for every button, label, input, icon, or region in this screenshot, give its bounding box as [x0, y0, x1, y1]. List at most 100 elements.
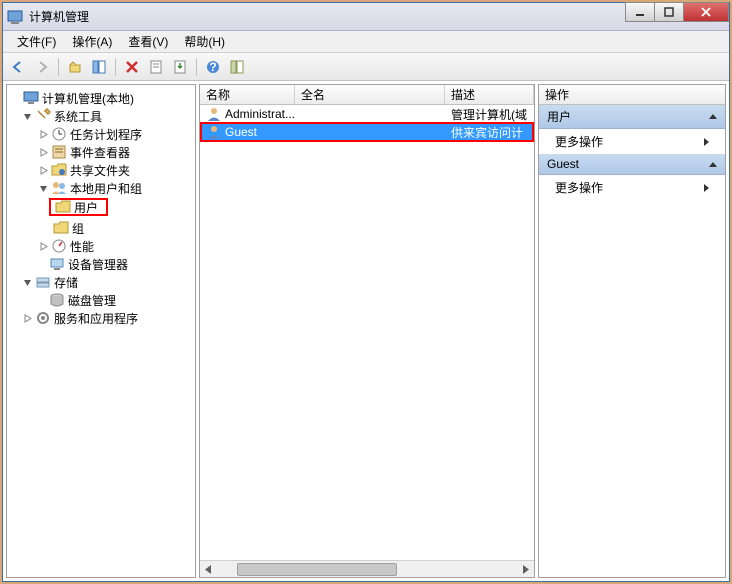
- user-icon: [206, 124, 222, 140]
- event-icon: [51, 144, 67, 160]
- navigation-tree[interactable]: 计算机管理(本地) 系统工具 任务计划程序 事件查看器: [7, 85, 195, 577]
- list-header: 名称 全名 描述: [200, 85, 534, 105]
- cell-fullname: [295, 131, 445, 133]
- tree-storage[interactable]: 存储: [9, 273, 193, 291]
- minimize-button[interactable]: [625, 2, 655, 22]
- tree-root[interactable]: 计算机管理(本地): [9, 89, 193, 107]
- collapse-icon[interactable]: [21, 110, 33, 122]
- action-item-label: 更多操作: [555, 179, 603, 196]
- scroll-right-icon[interactable]: [517, 562, 534, 577]
- menu-help[interactable]: 帮助(H): [176, 31, 233, 52]
- tree-performance[interactable]: 性能: [9, 237, 193, 255]
- tree-label: 事件查看器: [70, 144, 130, 161]
- collapse-icon[interactable]: [21, 276, 33, 288]
- tree-users[interactable]: 用户: [49, 198, 108, 216]
- list-row[interactable]: Guest 供来宾访问计: [200, 123, 534, 141]
- tree-services-apps[interactable]: 服务和应用程序: [9, 309, 193, 327]
- horizontal-scrollbar[interactable]: [200, 560, 534, 577]
- tree-system-tools[interactable]: 系统工具: [9, 107, 193, 125]
- clock-icon: [51, 126, 67, 142]
- services-icon: [35, 310, 51, 326]
- tree-label: 共享文件夹: [70, 162, 130, 179]
- menu-file[interactable]: 文件(F): [9, 31, 64, 52]
- user-icon: [206, 106, 222, 122]
- caret-up-icon: [709, 162, 717, 167]
- expand-icon[interactable]: [37, 146, 49, 158]
- action-item-label: 更多操作: [555, 133, 603, 150]
- performance-icon: [51, 238, 67, 254]
- up-button[interactable]: [64, 56, 86, 78]
- tree-device-manager[interactable]: 设备管理器: [9, 255, 193, 273]
- titlebar[interactable]: 计算机管理: [3, 3, 729, 31]
- maximize-button[interactable]: [654, 2, 684, 22]
- cell-fullname: [295, 113, 445, 115]
- cell-description: 管理计算机(域: [445, 105, 534, 124]
- tree-label: 用户: [74, 199, 98, 216]
- tree-label: 计算机管理(本地): [42, 90, 134, 107]
- action-more-users[interactable]: 更多操作: [539, 129, 725, 154]
- collapse-icon[interactable]: [37, 182, 49, 194]
- window-title: 计算机管理: [29, 8, 725, 25]
- tools-icon: [35, 108, 51, 124]
- close-button[interactable]: [683, 2, 729, 22]
- properties-button[interactable]: [145, 56, 167, 78]
- column-fullname[interactable]: 全名: [295, 85, 445, 104]
- export-button[interactable]: [169, 56, 191, 78]
- scrollbar-thumb[interactable]: [237, 563, 397, 576]
- cell-description: 供来宾访问计: [445, 123, 534, 142]
- toolbar: ?: [3, 53, 729, 81]
- expand-icon[interactable]: [37, 128, 49, 140]
- shared-folder-icon: [51, 162, 67, 178]
- tree-label: 性能: [70, 238, 94, 255]
- action-section-label: 用户: [547, 108, 571, 125]
- list-panel: 名称 全名 描述 Administrat... 管理计算机(域 Guest: [199, 84, 535, 578]
- folder-icon: [53, 220, 69, 236]
- device-icon: [49, 256, 65, 272]
- computer-management-window: 计算机管理 文件(F) 操作(A) 查看(V) 帮助(H) ?: [2, 2, 730, 582]
- tree-panel: 计算机管理(本地) 系统工具 任务计划程序 事件查看器: [6, 84, 196, 578]
- expand-icon[interactable]: [37, 164, 49, 176]
- column-name[interactable]: 名称: [200, 85, 295, 104]
- caret-right-icon: [704, 184, 709, 192]
- tree-shared-folders[interactable]: 共享文件夹: [9, 161, 193, 179]
- column-description[interactable]: 描述: [445, 85, 534, 104]
- show-hide-tree-button[interactable]: [88, 56, 110, 78]
- refresh-button[interactable]: [226, 56, 248, 78]
- forward-button[interactable]: [31, 56, 53, 78]
- content-area: 计算机管理(本地) 系统工具 任务计划程序 事件查看器: [3, 81, 729, 581]
- menubar: 文件(F) 操作(A) 查看(V) 帮助(H): [3, 31, 729, 53]
- action-more-guest[interactable]: 更多操作: [539, 175, 725, 200]
- expand-icon[interactable]: [37, 240, 49, 252]
- action-section-users[interactable]: 用户: [539, 105, 725, 129]
- tree-local-users-groups[interactable]: 本地用户和组: [9, 179, 193, 197]
- cell-name: Guest: [225, 125, 257, 139]
- list-row[interactable]: Administrat... 管理计算机(域: [200, 105, 534, 123]
- action-header: 操作: [539, 85, 725, 105]
- tree-disk-management[interactable]: 磁盘管理: [9, 291, 193, 309]
- delete-button[interactable]: [121, 56, 143, 78]
- tree-groups[interactable]: 组: [9, 219, 193, 237]
- storage-icon: [35, 274, 51, 290]
- action-section-label: Guest: [547, 157, 579, 171]
- tree-label: 服务和应用程序: [54, 310, 138, 327]
- back-button[interactable]: [7, 56, 29, 78]
- cell-name: Administrat...: [225, 107, 295, 121]
- app-icon: [7, 9, 23, 25]
- computer-icon: [23, 90, 39, 106]
- tree-task-scheduler[interactable]: 任务计划程序: [9, 125, 193, 143]
- caret-up-icon: [709, 114, 717, 119]
- tree-event-viewer[interactable]: 事件查看器: [9, 143, 193, 161]
- help-button[interactable]: ?: [202, 56, 224, 78]
- menu-view[interactable]: 查看(V): [120, 31, 176, 52]
- action-panel: 操作 用户 更多操作 Guest 更多操作: [538, 84, 726, 578]
- scroll-left-icon[interactable]: [200, 562, 217, 577]
- tree-label: 本地用户和组: [70, 180, 142, 197]
- svg-text:?: ?: [209, 60, 216, 74]
- action-section-guest[interactable]: Guest: [539, 154, 725, 175]
- expand-icon[interactable]: [21, 312, 33, 324]
- menu-action[interactable]: 操作(A): [64, 31, 120, 52]
- tree-label: 设备管理器: [68, 256, 128, 273]
- tree-label: 存储: [54, 274, 78, 291]
- list-body[interactable]: Administrat... 管理计算机(域 Guest 供来宾访问计: [200, 105, 534, 560]
- users-groups-icon: [51, 180, 67, 196]
